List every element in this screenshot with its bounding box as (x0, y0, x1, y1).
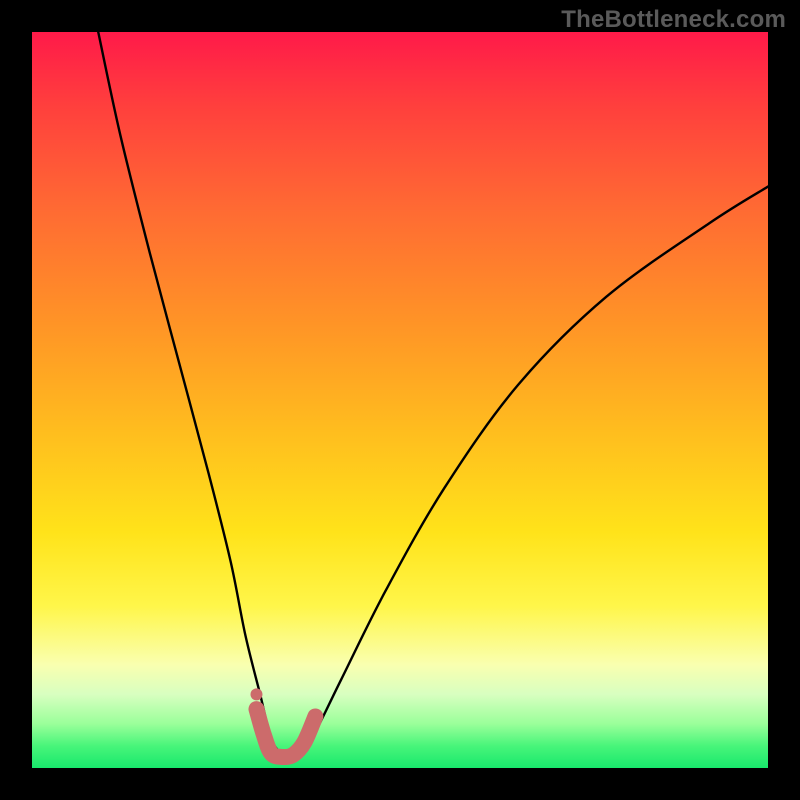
plot-area (32, 32, 768, 768)
chart-frame: TheBottleneck.com (0, 0, 800, 800)
watermark-text: TheBottleneck.com (561, 6, 786, 34)
curve-layer (32, 32, 768, 768)
bottleneck-curve (98, 32, 768, 755)
highlight-dot (250, 688, 262, 700)
valley-highlight (256, 709, 315, 757)
